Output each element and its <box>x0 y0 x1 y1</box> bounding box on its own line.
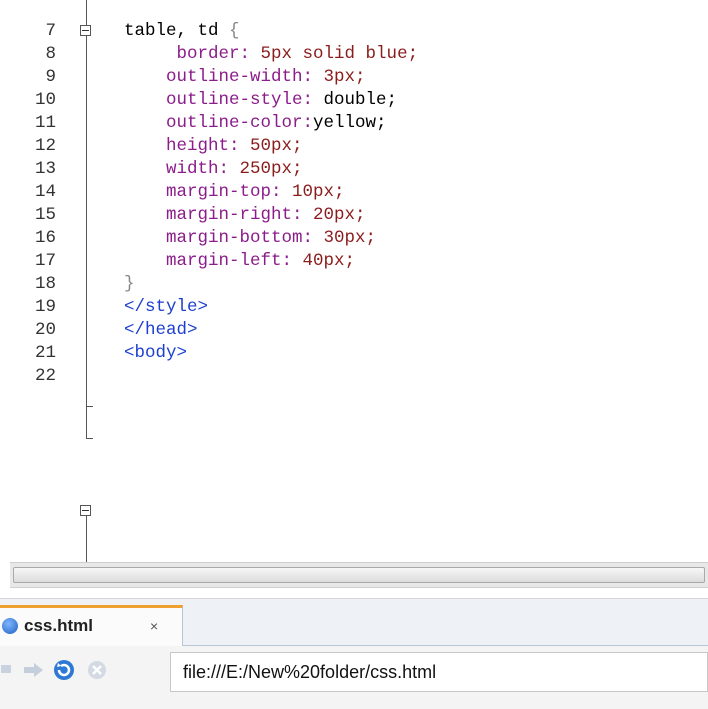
fold-tick <box>86 406 93 407</box>
code-token: width: <box>124 159 240 179</box>
code-text: margin-bottom: 30px; <box>124 227 376 250</box>
line-number: 14 <box>34 182 56 202</box>
code-token: { <box>229 21 240 41</box>
line-number: 11 <box>34 113 56 133</box>
line-number: 13 <box>34 159 56 179</box>
code-token: 20px; <box>313 205 366 225</box>
code-line[interactable]: 10 outline-style: double; <box>0 89 708 112</box>
code-text: outline-width: 3px; <box>124 66 366 89</box>
code-line[interactable]: 11 outline-color:yellow; <box>0 112 708 135</box>
code-token: double; <box>323 90 398 110</box>
code-token: </style> <box>124 297 209 317</box>
refresh-icon[interactable] <box>52 658 76 687</box>
code-token: margin-right: <box>124 205 314 225</box>
line-number: 7 <box>45 21 56 41</box>
browser-page-icon <box>2 618 18 634</box>
stop-icon[interactable] <box>86 659 108 686</box>
code-line[interactable]: 16 margin-bottom: 30px; <box>0 227 708 250</box>
code-token: 250px; <box>239 159 303 179</box>
fold-guide <box>86 516 87 562</box>
code-text: height: 50px; <box>124 135 303 158</box>
code-token: border: <box>124 44 261 64</box>
back-arrow-icon[interactable] <box>0 662 14 681</box>
horizontal-scrollbar[interactable] <box>10 562 708 588</box>
line-number: 17 <box>34 251 56 271</box>
code-line[interactable]: 7 table, td { <box>0 20 708 43</box>
code-token: margin-bottom: <box>124 228 324 248</box>
code-text: margin-right: 20px; <box>124 204 366 227</box>
address-bar[interactable]: file:///E:/New%20folder/css.html <box>170 652 708 692</box>
code-line[interactable]: 12 height: 50px; <box>0 135 708 158</box>
code-text: margin-top: 10px; <box>124 181 345 204</box>
code-line[interactable]: 9 outline-width: 3px; <box>0 66 708 89</box>
line-number: 15 <box>34 205 56 225</box>
code-line[interactable]: 21 <body> <box>0 342 708 365</box>
tab-css-html[interactable]: css.html × <box>0 605 183 646</box>
tab-bar: css.html × <box>0 599 708 646</box>
line-number: 10 <box>34 90 56 110</box>
code-line[interactable]: 13 width: 250px; <box>0 158 708 181</box>
code-editor[interactable]: 7 table, td {8 border: 5px solid blue; 9 o… <box>0 0 708 562</box>
line-number: 18 <box>34 274 56 294</box>
scrollbar-thumb[interactable] <box>13 567 705 583</box>
code-token: outline-width: <box>124 67 324 87</box>
code-token: 40px; <box>302 251 356 271</box>
code-text: width: 250px; <box>124 158 303 181</box>
line-number: 9 <box>45 67 56 87</box>
line-number: 12 <box>34 136 56 156</box>
fold-collapse-icon[interactable] <box>80 505 91 516</box>
code-token: } <box>124 274 135 294</box>
code-line[interactable]: 18} <box>0 273 708 296</box>
code-token: height: <box>124 136 251 156</box>
navigation-bar: file:///E:/New%20folder/css.html <box>0 646 708 709</box>
browser-preview: css.html × file:///E:/New%20folder/css.h… <box>0 598 708 709</box>
code-line[interactable]: 22 <box>0 365 708 388</box>
url-text: file:///E:/New%20folder/css.html <box>183 662 437 682</box>
code-text: outline-color:yellow; <box>124 112 387 135</box>
code-token: 10px; <box>292 182 345 202</box>
line-number: 8 <box>45 44 56 64</box>
code-line[interactable]: 20 </head> <box>0 319 708 342</box>
code-token: outline-color: <box>124 113 314 133</box>
line-number: 20 <box>34 320 56 340</box>
code-text: <body> <box>124 342 187 365</box>
line-number: 22 <box>34 366 56 386</box>
code-line[interactable]: 17 margin-left: 40px; <box>0 250 708 273</box>
code-text: margin-left: 40px; <box>124 250 355 273</box>
tab-label: css.html <box>24 616 93 635</box>
code-token: margin-left: <box>124 251 303 271</box>
close-icon[interactable]: × <box>150 618 158 634</box>
code-line[interactable]: 8 border: 5px solid blue; <box>0 43 708 66</box>
line-number: 21 <box>34 343 56 363</box>
code-text: </head> <box>124 319 198 342</box>
code-token: 5px <box>260 44 293 64</box>
code-token: solid blue; <box>292 44 419 64</box>
code-line[interactable]: 15 margin-right: 20px; <box>0 204 708 227</box>
line-number: 16 <box>34 228 56 248</box>
code-text: outline-style: double; <box>124 89 397 112</box>
line-number: 19 <box>34 297 56 317</box>
code-text: </style> <box>124 296 208 319</box>
code-token: 50px; <box>250 136 303 156</box>
code-line[interactable]: 14 margin-top: 10px; <box>0 181 708 204</box>
code-token: table, td <box>124 21 230 41</box>
code-line[interactable]: 19 </style> <box>0 296 708 319</box>
code-text: } <box>124 273 135 296</box>
code-token: </head> <box>124 320 198 340</box>
code-token: 30px; <box>323 228 377 248</box>
forward-arrow-icon[interactable] <box>22 662 44 683</box>
code-text: border: 5px solid blue; <box>124 43 419 66</box>
fold-end <box>86 438 93 439</box>
code-token: 3px; <box>323 67 366 87</box>
code-token: margin-top: <box>124 182 293 202</box>
code-text: table, td { <box>124 20 240 43</box>
code-token: outline-style: <box>124 90 324 110</box>
code-token: <body> <box>124 343 188 363</box>
code-token: yellow; <box>313 113 387 133</box>
